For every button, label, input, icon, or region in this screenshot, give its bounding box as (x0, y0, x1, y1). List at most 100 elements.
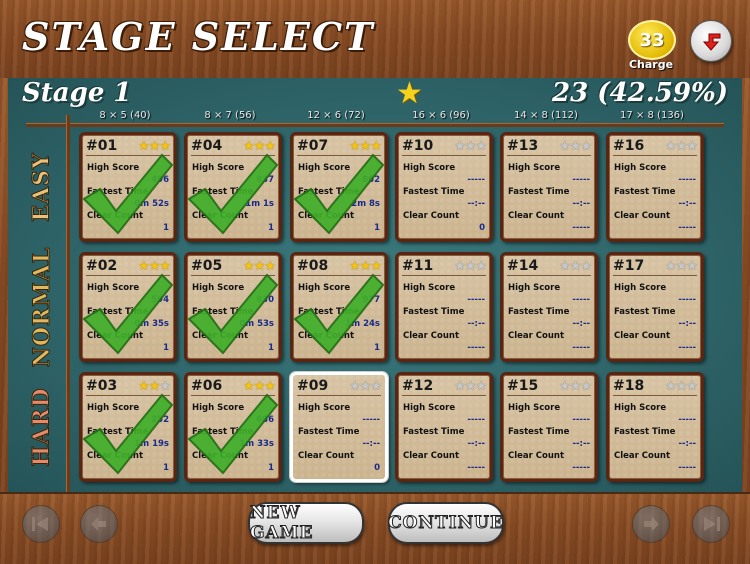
clear-count-label: Clear Count (192, 211, 249, 221)
row-label-hard: HARD (22, 372, 62, 482)
star-rating: ★★★ (665, 378, 698, 394)
card-header: #03 ★★★ (86, 377, 171, 396)
star-icon: ★ (359, 138, 372, 154)
card-number: #08 (297, 258, 329, 274)
fastest-time-value: 0m 52s (134, 199, 169, 209)
clear-count-label: Clear Count (87, 331, 144, 341)
card-number: #02 (86, 258, 118, 274)
clear-count-value: ----- (572, 223, 590, 233)
high-score-value: 830 (256, 295, 274, 305)
continue-button[interactable]: CONTINUE (388, 502, 504, 544)
stage-card[interactable]: #16 ★★★ High Score ----- Fastest Time --:-- Cl… (606, 132, 704, 242)
next-page-button[interactable] (632, 505, 670, 543)
fastest-time-value: --:-- (467, 319, 485, 329)
card-header: #16 ★★★ (613, 137, 698, 156)
stage-card[interactable]: #03 ★★★ High Score 252 Fastest Time 1m 19s Cle… (79, 372, 177, 482)
fastest-time-label: Fastest Time (508, 427, 570, 437)
fastest-time-label: Fastest Time (508, 187, 570, 197)
card-header: #06 ★★★ (191, 377, 276, 396)
high-score-label: High Score (298, 163, 351, 173)
first-page-button[interactable] (22, 505, 60, 543)
stage-card[interactable]: #08 ★★★ High Score 977 Fastest Time 1m 24s Cle… (290, 252, 388, 362)
star-icon: ★ (159, 378, 171, 394)
charge-badge: 33 (628, 20, 676, 60)
fastest-time-label: Fastest Time (614, 427, 676, 437)
skip-first-icon (32, 517, 48, 531)
clear-count-value: ----- (467, 343, 485, 353)
high-score-value: ----- (467, 175, 485, 185)
clear-count-label: Clear Count (508, 331, 565, 341)
clear-count-label: Clear Count (614, 211, 671, 221)
fastest-time-label: Fastest Time (87, 187, 149, 197)
fastest-time-label: Fastest Time (403, 307, 465, 317)
card-header: #07 ★★★ (297, 137, 382, 156)
stage-card[interactable]: #13 ★★★ High Score ----- Fastest Time --:-- Cl… (500, 132, 598, 242)
star-icon: ★ (243, 258, 255, 274)
fastest-time-label: Fastest Time (298, 187, 360, 197)
clear-count-label: Clear Count (403, 451, 460, 461)
star-icon: ★ (370, 138, 382, 154)
high-score-label: High Score (614, 163, 667, 173)
back-button[interactable] (690, 20, 732, 62)
fastest-time-label: Fastest Time (614, 307, 676, 317)
stage-card[interactable]: #15 ★★★ High Score ----- Fastest Time --:-- Cl… (500, 372, 598, 482)
high-score-value: ----- (678, 415, 696, 425)
card-header: #14 ★★★ (507, 257, 592, 276)
stage-card[interactable]: #09 ★★★ High Score ----- Fastest Time --:-- Cl… (290, 372, 388, 482)
star-icon: ★ (686, 138, 698, 154)
stage-card[interactable]: #05 ★★★ High Score 830 Fastest Time 0m 53s Cle… (184, 252, 282, 362)
card-number: #17 (613, 258, 645, 274)
star-icon: ★ (686, 378, 698, 394)
star-icon: ★ (559, 138, 571, 154)
stage-card[interactable]: #17 ★★★ High Score ----- Fastest Time --:-- Cl… (606, 252, 704, 362)
star-rating: ★★★ (138, 378, 171, 394)
fastest-time-value: 1m 33s (239, 439, 274, 449)
clear-count-value: 1 (163, 223, 169, 233)
star-icon: ★ (559, 258, 571, 274)
last-page-button[interactable] (692, 505, 730, 543)
stage-card[interactable]: #06 ★★★ High Score 686 Fastest Time 1m 33s Cle… (184, 372, 282, 482)
stage-card[interactable]: #12 ★★★ High Score ----- Fastest Time --:-- Cl… (395, 372, 493, 482)
star-icon: ★ (349, 138, 361, 154)
stage-card[interactable]: #01 ★★★ High Score 496 Fastest Time 0m 52s Cle… (79, 132, 177, 242)
high-score-label: High Score (403, 283, 456, 293)
star-icon: ★ (253, 258, 266, 274)
card-number: #07 (297, 138, 329, 154)
fastest-time-label: Fastest Time (192, 187, 254, 197)
frame-right (742, 78, 750, 492)
card-header: #11 ★★★ (402, 257, 487, 276)
star-icon: ★ (580, 138, 592, 154)
header-divider (26, 123, 724, 127)
new-game-button[interactable]: NEW GAME (248, 502, 364, 544)
card-number: #06 (191, 378, 223, 394)
next-icon (644, 517, 659, 531)
fastest-time-label: Fastest Time (87, 307, 149, 317)
clear-count-value: 0 (479, 223, 485, 233)
star-icon: ★ (349, 258, 361, 274)
star-icon: ★ (686, 258, 698, 274)
star-rating: ★★★ (665, 258, 698, 274)
clear-count-value: ----- (678, 223, 696, 233)
fastest-time-label: Fastest Time (614, 187, 676, 197)
star-icon: ★ (370, 378, 382, 394)
stage-card[interactable]: #02 ★★★ High Score 594 Fastest Time 0m 35s Cle… (79, 252, 177, 362)
stage-card[interactable]: #04 ★★★ High Score 837 Fastest Time 1m 1s Clea… (184, 132, 282, 242)
stage-card[interactable]: #10 ★★★ High Score ----- Fastest Time --:-- Cl… (395, 132, 493, 242)
card-header: #12 ★★★ (402, 377, 487, 396)
stage-card[interactable]: #14 ★★★ High Score ----- Fastest Time --:-- Cl… (500, 252, 598, 362)
star-icon: ★ (559, 378, 571, 394)
stage-card[interactable]: #11 ★★★ High Score ----- Fastest Time --:-- Cl… (395, 252, 493, 362)
stage-score: 23 (42.59%) (552, 78, 728, 108)
high-score-label: High Score (87, 403, 140, 413)
stage-card[interactable]: #18 ★★★ High Score ----- Fastest Time --:-- Cl… (606, 372, 704, 482)
card-number: #04 (191, 138, 223, 154)
star-icon: ★ (264, 258, 276, 274)
stage-card[interactable]: #07 ★★★ High Score 862 Fastest Time 2m 8s Clea… (290, 132, 388, 242)
difficulty-label: HARD (29, 387, 56, 467)
fastest-time-label: Fastest Time (87, 427, 149, 437)
card-header: #10 ★★★ (402, 137, 487, 156)
star-icon: ★ (580, 378, 592, 394)
high-score-value: 686 (256, 415, 274, 425)
previous-page-button[interactable] (80, 505, 118, 543)
fastest-time-value: --:-- (572, 199, 590, 209)
